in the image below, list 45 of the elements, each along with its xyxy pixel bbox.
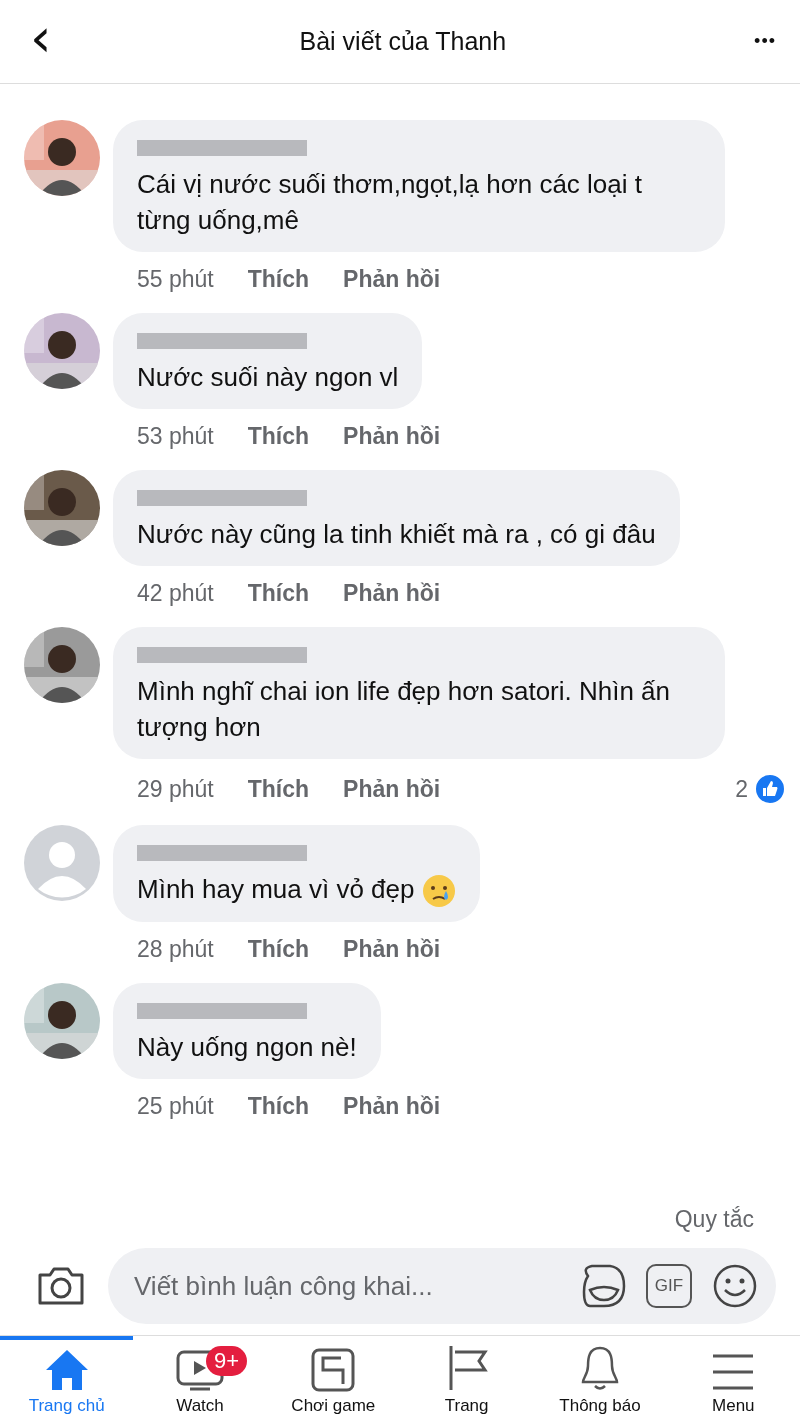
tab-bar-item[interactable]: Chơi game (266, 1336, 400, 1422)
rules-link[interactable]: Quy tắc (674, 1206, 754, 1233)
like-link[interactable]: Thích (247, 775, 310, 803)
comment-time: 28 phút (137, 936, 214, 964)
reaction-count: 2 (735, 775, 748, 803)
like-link[interactable]: Thích (247, 266, 310, 293)
sticker-icon[interactable] (580, 1262, 626, 1310)
comment-time: 29 phút (137, 775, 214, 803)
smiley-icon[interactable] (712, 1263, 758, 1309)
comment-text: Mình nghĩ chai ion life đẹp hơn satori. Nhìn ấn tượng hơn (137, 675, 672, 744)
back-button[interactable]: ‹ (30, 10, 52, 73)
like-link[interactable]: Thích (247, 936, 310, 964)
reply-link[interactable]: Phản hồi (343, 266, 441, 293)
notification-badge: 9+ (206, 1346, 248, 1376)
gif-button[interactable]: GIF (646, 1264, 692, 1308)
reply-link[interactable]: Phản hồi (343, 936, 441, 964)
tab-bar-item[interactable]: Menu (666, 1336, 800, 1422)
comment-text: Này uống ngon nè! (137, 1031, 357, 1065)
comment-time: 55 phút (137, 266, 214, 293)
reply-link[interactable]: Phản hồi (343, 580, 441, 607)
reply-link[interactable]: Phản hồi (343, 1093, 441, 1121)
reply-link[interactable]: Phản hồi (343, 775, 441, 803)
avatar-silhouette-icon (24, 825, 100, 901)
menu-icon (711, 1352, 756, 1392)
comment-text: Nước này cũng la tinh khiết mà ra , có gi đâu (137, 518, 656, 551)
tab-bar-item[interactable]: Thông báo (533, 1336, 667, 1422)
tab-bar-item[interactable]: Trang chủ (0, 1336, 134, 1422)
more-button[interactable]: ••• (754, 31, 776, 52)
reply-link[interactable]: Phản hồi (343, 423, 441, 450)
comment-text: Mình hay mua vì vỏ đẹp (137, 871, 457, 909)
comment-text: Cái vị nước suối thơm,ngọt,lạ hơn các loại t từng uống,mê (137, 168, 643, 237)
like-link[interactable]: Thích (247, 580, 310, 607)
game-icon (311, 1348, 356, 1392)
page-title: Bài viết của Thanh (299, 27, 507, 56)
camera-icon[interactable] (36, 1265, 86, 1307)
like-link[interactable]: Thích (247, 1093, 310, 1121)
tab-bar-item[interactable]: Trang (400, 1336, 534, 1422)
thumbs-up-icon (754, 773, 786, 805)
comment-time: 42 phút (137, 580, 214, 607)
comment-time: 53 phút (137, 423, 214, 450)
comment-time: 25 phút (137, 1093, 214, 1121)
like-link[interactable]: Thích (247, 423, 310, 450)
comment-text: Nước suối này ngon vl (137, 361, 399, 394)
comment-input-field[interactable]: Viết bình luận công khai... GIF (108, 1248, 776, 1324)
tab-bar-item[interactable]: 9+ Watch (133, 1336, 267, 1422)
